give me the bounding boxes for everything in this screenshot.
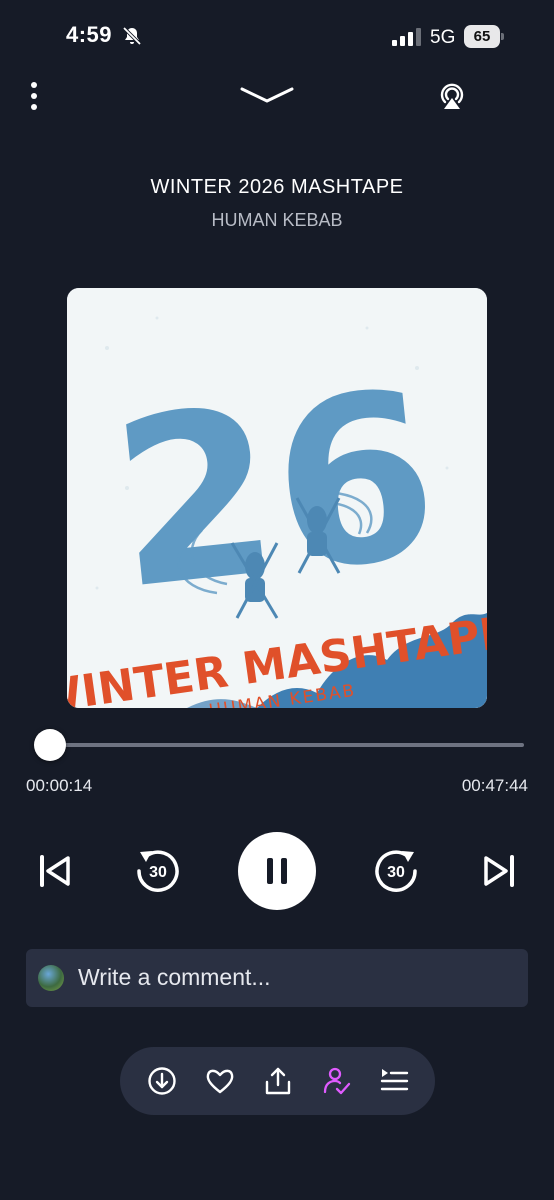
share-icon: [265, 1067, 291, 1095]
artwork-big-text: 26: [102, 342, 448, 641]
queue-icon: [380, 1069, 409, 1091]
skip-next-button[interactable]: [478, 850, 520, 892]
more-vertical-icon[interactable]: [22, 80, 46, 112]
rewind-30-button[interactable]: 30: [132, 846, 182, 896]
pause-button[interactable]: [238, 832, 316, 910]
follow-icon: [323, 1067, 351, 1095]
action-toolbar: [120, 1047, 435, 1115]
track-artist[interactable]: HUMAN KEBAB: [0, 210, 554, 231]
comment-placeholder: Write a comment...: [78, 964, 271, 990]
battery-level: 65: [473, 28, 491, 45]
bell-muted-icon: [122, 26, 142, 46]
progress-track[interactable]: [48, 743, 524, 747]
comment-input[interactable]: Write a comment...: [26, 949, 528, 1007]
album-artwork: 26 WINTER MASHTAPE HUMAN KEBAB: [67, 288, 487, 708]
follow-button[interactable]: [320, 1065, 352, 1097]
like-button[interactable]: [204, 1065, 236, 1097]
rewind-30-icon: 30: [137, 850, 179, 892]
share-button[interactable]: [262, 1065, 294, 1097]
svg-text:30: 30: [387, 864, 405, 881]
time-elapsed: 00:00:14: [26, 776, 93, 795]
forward-30-icon: 30: [375, 850, 417, 892]
skip-previous-icon: [40, 855, 70, 887]
avatar: [38, 965, 64, 991]
forward-30-button[interactable]: 30: [372, 846, 422, 896]
svg-text:30: 30: [149, 864, 167, 881]
airplay-icon[interactable]: [436, 80, 468, 112]
battery-icon: 65: [464, 25, 504, 48]
skip-previous-button[interactable]: [34, 850, 76, 892]
download-icon: [148, 1067, 176, 1095]
track-title: WINTER 2026 MASHTAPE: [150, 176, 404, 198]
chevron-down-icon[interactable]: [238, 82, 296, 108]
progress-knob[interactable]: [34, 729, 67, 761]
time-total: 00:47:44: [461, 776, 528, 795]
network-type: 5G: [430, 27, 456, 48]
status-time: 4:59: [66, 22, 113, 47]
download-button[interactable]: [146, 1065, 178, 1097]
heart-icon: [206, 1069, 234, 1094]
pause-icon: [267, 858, 287, 884]
skip-next-icon: [484, 855, 514, 887]
signal-icon: [392, 28, 421, 46]
queue-button[interactable]: [378, 1065, 410, 1097]
